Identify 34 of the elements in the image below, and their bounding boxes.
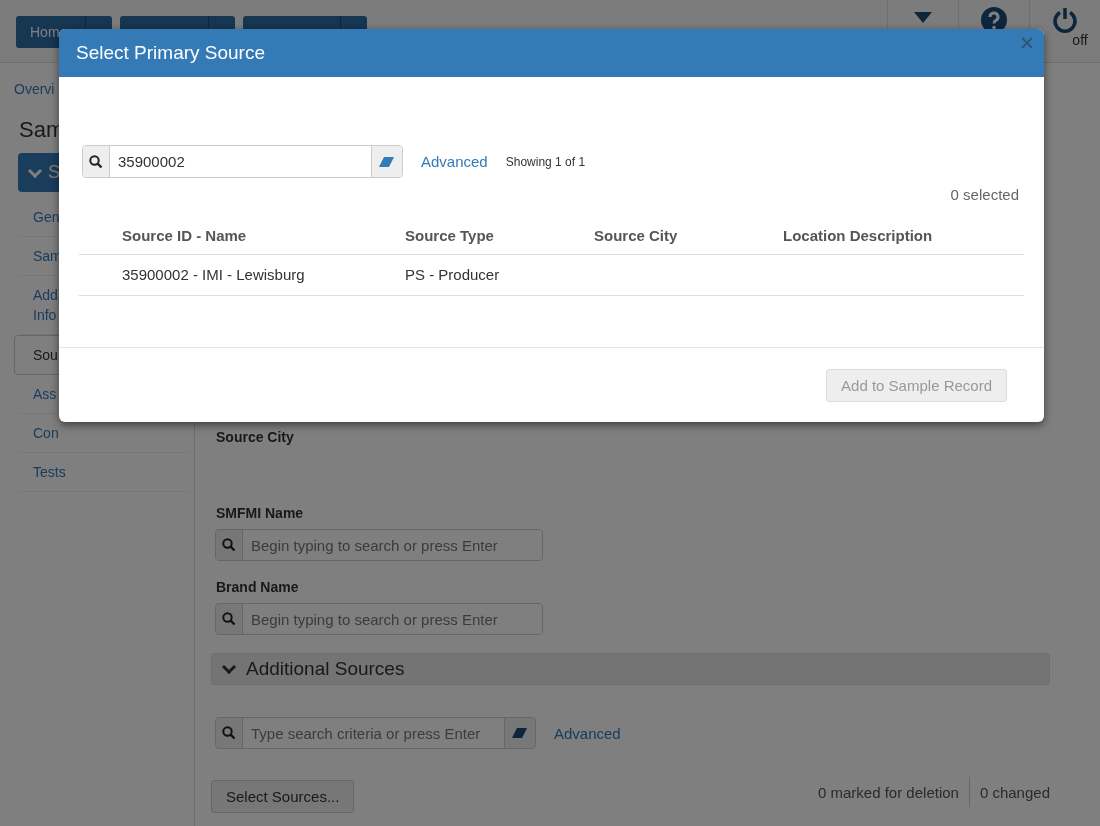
source-city-label: Source City (216, 429, 295, 445)
selected-count: 0 selected (950, 186, 1019, 203)
deletion-count: 0 marked for deletion (818, 783, 959, 801)
search-icon (89, 154, 103, 169)
changed-count: 0 changed (979, 783, 1050, 801)
power-icon[interactable] (1051, 6, 1079, 34)
eraser-icon[interactable] (512, 727, 528, 739)
column-header: Source Type (405, 221, 594, 255)
search-icon (222, 538, 236, 552)
breadcrumb-link[interactable]: Overvi (14, 81, 55, 97)
search-icon (222, 612, 236, 626)
table-cell: PS - Producer (405, 266, 500, 283)
table-cell: 35900002 - IMI - Lewisburg (122, 266, 305, 283)
section-header[interactable]: Additional Sources (211, 653, 1050, 685)
modal-title: Select Primary Source (76, 42, 265, 64)
field-label: SMFMI Name (216, 505, 305, 521)
sidebar-item[interactable]: Tests (20, 453, 190, 492)
field-label: Brand Name (216, 579, 300, 595)
search-field[interactable]: Begin typing to search or press Enter (215, 529, 543, 561)
caret-down-icon[interactable] (914, 12, 932, 24)
logoff-label[interactable]: off (1072, 32, 1088, 48)
select-sources-button[interactable]: Select Sources... (211, 780, 355, 813)
column-header: Source City (594, 221, 783, 255)
column-header: Source ID - Name (79, 221, 405, 255)
eraser-icon[interactable] (379, 155, 395, 168)
search-field[interactable]: Begin typing to search or press Enter (215, 603, 543, 635)
result-count: Showing 1 of 1 (505, 154, 586, 169)
search-bar[interactable]: Type search criteria or press Enter (215, 717, 536, 749)
search-bar[interactable]: 35900002 (82, 145, 403, 178)
advanced-link[interactable]: Advanced (554, 724, 621, 742)
table-row[interactable]: 35900002 - IMI - Lewisburg PS - Producer (79, 254, 1024, 296)
search-icon (222, 726, 236, 740)
column-header: Location Description (783, 221, 1024, 255)
advanced-link[interactable]: Advanced (421, 153, 488, 170)
